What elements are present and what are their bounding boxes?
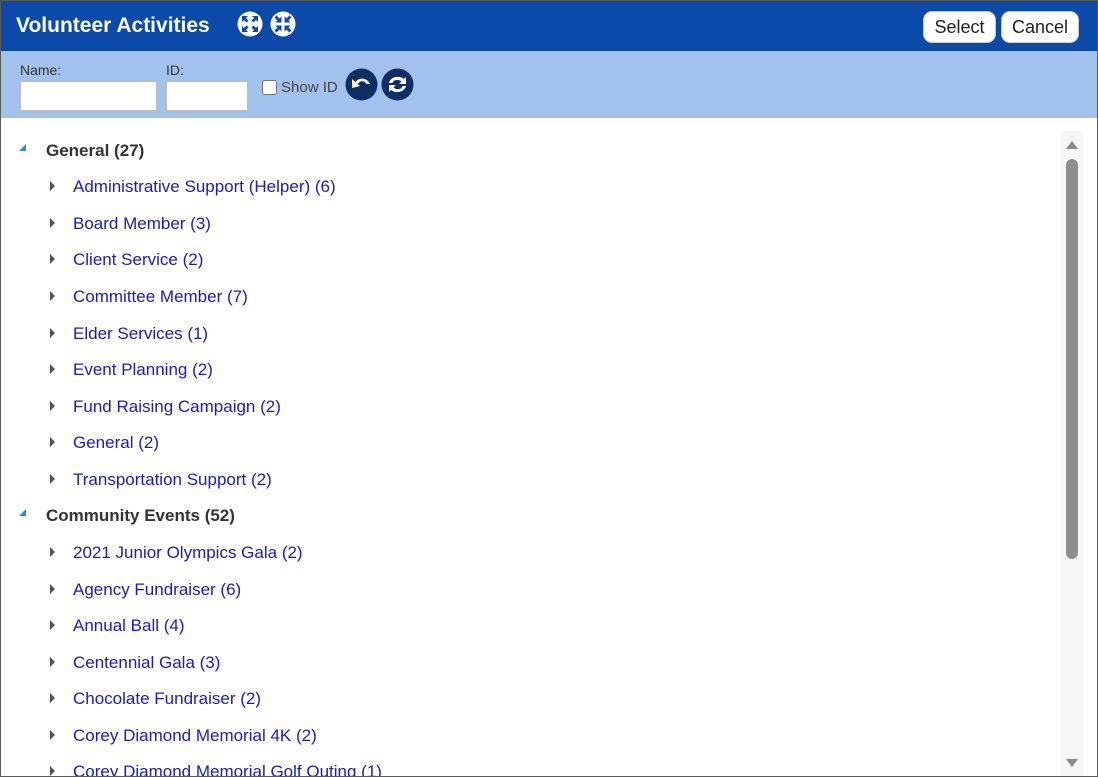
tree-item[interactable]: Corey Diamond Memorial Golf Outing (1)	[1, 757, 1001, 776]
expand-triangle-icon[interactable]	[50, 547, 55, 557]
item-label[interactable]: Corey Diamond Memorial Golf Outing (1)	[73, 762, 382, 776]
id-label: ID:	[166, 62, 184, 78]
item-label[interactable]: General (2)	[73, 433, 159, 453]
expand-triangle-icon[interactable]	[50, 657, 55, 667]
expand-all-icon[interactable]	[237, 11, 263, 37]
expand-triangle-icon[interactable]	[50, 328, 55, 338]
expand-triangle-icon[interactable]	[50, 766, 55, 776]
show-id-toggle[interactable]: Show ID	[262, 77, 338, 97]
expand-triangle-icon[interactable]	[50, 584, 55, 594]
refresh-icon[interactable]	[381, 68, 414, 101]
activity-tree: General (27) Administrative Support (Hel…	[1, 118, 1061, 776]
tree-item[interactable]: Committee Member (7)	[1, 282, 1001, 312]
show-id-label: Show ID	[281, 78, 338, 96]
expand-triangle-icon[interactable]	[50, 693, 55, 703]
expand-triangle-icon[interactable]	[50, 401, 55, 411]
item-label[interactable]: Board Member (3)	[73, 214, 211, 234]
scroll-up-arrow-icon[interactable]	[1066, 141, 1078, 149]
expand-triangle-icon[interactable]	[50, 474, 55, 484]
select-button[interactable]: Select	[923, 11, 996, 43]
name-input[interactable]	[20, 81, 157, 111]
item-label[interactable]: Centennial Gala (3)	[73, 653, 220, 673]
expand-triangle-icon[interactable]	[50, 730, 55, 740]
group-label: Community Events (52)	[46, 506, 235, 525]
vertical-scrollbar[interactable]	[1061, 131, 1083, 776]
tree-item[interactable]: Client Service (2)	[1, 245, 1001, 275]
id-input[interactable]	[166, 81, 248, 111]
expand-triangle-icon[interactable]	[50, 254, 55, 264]
tree-group-general[interactable]: General (27)	[1, 136, 1001, 166]
item-label[interactable]: Fund Raising Campaign (2)	[73, 397, 281, 417]
item-label[interactable]: Administrative Support (Helper) (6)	[73, 177, 336, 197]
expand-triangle-icon[interactable]	[50, 291, 55, 301]
tree-item[interactable]: Transportation Support (2)	[1, 465, 1001, 495]
collapse-all-icon[interactable]	[270, 11, 296, 37]
dialog-title: Volunteer Activities	[16, 14, 210, 37]
title-bar: Volunteer Activities Select Cancel	[1, 1, 1097, 51]
item-label[interactable]: Annual Ball (4)	[73, 616, 185, 636]
item-label[interactable]: Transportation Support (2)	[73, 470, 272, 490]
volunteer-activities-dialog: Volunteer Activities Select Cancel Name:	[0, 0, 1098, 777]
expand-triangle-icon[interactable]	[50, 364, 55, 374]
tree-item[interactable]: Agency Fundraiser (6)	[1, 575, 1001, 605]
tree-item[interactable]: Event Planning (2)	[1, 355, 1001, 385]
item-label[interactable]: Agency Fundraiser (6)	[73, 580, 241, 600]
tree-item[interactable]: Annual Ball (4)	[1, 611, 1001, 641]
scroll-thumb[interactable]	[1066, 159, 1078, 559]
collapse-triangle-icon[interactable]	[19, 144, 26, 151]
scroll-down-arrow-icon[interactable]	[1066, 759, 1078, 767]
item-label[interactable]: Committee Member (7)	[73, 287, 248, 307]
tree-item[interactable]: General (2)	[1, 428, 1001, 458]
item-label[interactable]: Event Planning (2)	[73, 360, 213, 380]
tree-item[interactable]: Centennial Gala (3)	[1, 648, 1001, 678]
item-label[interactable]: Elder Services (1)	[73, 324, 208, 344]
tree-item[interactable]: Elder Services (1)	[1, 319, 1001, 349]
filter-bar: Name: ID: Show ID	[1, 51, 1097, 118]
tree-item[interactable]: Board Member (3)	[1, 209, 1001, 239]
expand-triangle-icon[interactable]	[50, 218, 55, 228]
tree-item[interactable]: Administrative Support (Helper) (6)	[1, 172, 1001, 202]
item-label[interactable]: Corey Diamond Memorial 4K (2)	[73, 726, 317, 746]
tree-item[interactable]: Corey Diamond Memorial 4K (2)	[1, 721, 1001, 751]
tree-group-community-events[interactable]: Community Events (52)	[1, 501, 1001, 531]
name-label: Name:	[20, 62, 62, 78]
item-label[interactable]: Client Service (2)	[73, 250, 203, 270]
tree-item[interactable]: Chocolate Fundraiser (2)	[1, 684, 1001, 714]
tree-item[interactable]: 2021 Junior Olympics Gala (2)	[1, 538, 1001, 568]
tree-item[interactable]: Fund Raising Campaign (2)	[1, 392, 1001, 422]
expand-triangle-icon[interactable]	[50, 181, 55, 191]
expand-triangle-icon[interactable]	[50, 437, 55, 447]
expand-triangle-icon[interactable]	[50, 620, 55, 630]
group-label: General (27)	[46, 141, 145, 160]
cancel-button[interactable]: Cancel	[1001, 11, 1079, 43]
item-label[interactable]: 2021 Junior Olympics Gala (2)	[73, 543, 303, 563]
show-id-checkbox[interactable]	[262, 79, 277, 95]
collapse-triangle-icon[interactable]	[19, 509, 26, 516]
undo-icon[interactable]	[345, 68, 378, 101]
item-label[interactable]: Chocolate Fundraiser (2)	[73, 689, 261, 709]
